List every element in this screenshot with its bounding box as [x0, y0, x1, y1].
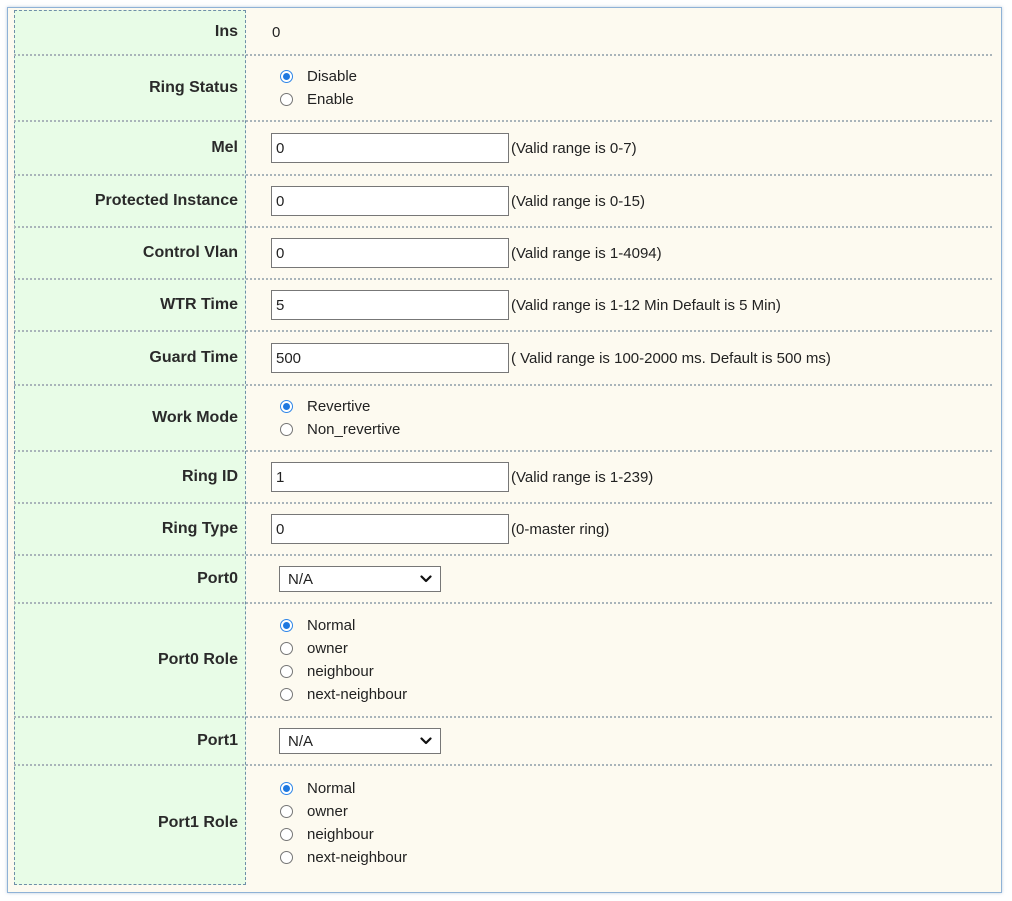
- ins-value: 0: [272, 23, 281, 41]
- radio-button[interactable]: [280, 688, 293, 701]
- label-protected-instance: Protected Instance: [94, 192, 238, 209]
- label-work-mode: Work Mode: [152, 409, 238, 426]
- port1-role-option-normal[interactable]: Normal: [280, 778, 407, 799]
- label-port0-role: Port0 Role: [157, 651, 238, 668]
- ring-status-option-label: Enable: [307, 91, 354, 108]
- work-mode-option-label: Revertive: [307, 398, 371, 415]
- chevron-down-icon: [420, 737, 432, 745]
- port0-role-option-label: Normal: [307, 617, 356, 634]
- port1-role-option-label: Normal: [307, 780, 356, 797]
- row-ring-type: Ring Type (0-master ring): [14, 504, 992, 556]
- row-wtr-time: WTR Time (Valid range is 1-12 Min Defaul…: [14, 280, 992, 332]
- work-mode-option-label: Non_revertive: [307, 421, 401, 438]
- work-mode-option-non-revertive[interactable]: Non_revertive: [280, 419, 400, 440]
- radio-button-selected[interactable]: [280, 619, 293, 632]
- port1-role-radio-group: Normal owner neighbour next-neighbour: [268, 778, 407, 868]
- port1-role-option-neighbour[interactable]: neighbour: [280, 824, 407, 845]
- port1-select[interactable]: N/A: [279, 728, 441, 754]
- port0-role-radio-group: Normal owner neighbour next-neighbour: [268, 615, 407, 705]
- port0-role-option-label: owner: [307, 640, 348, 657]
- radio-button[interactable]: [280, 423, 293, 436]
- control-vlan-hint: (Valid range is 1-4094): [511, 244, 662, 262]
- row-port0: Port0 N/A: [14, 556, 992, 604]
- port0-select[interactable]: N/A: [279, 566, 441, 592]
- work-mode-radio-group: Revertive Non_revertive: [268, 396, 400, 440]
- label-ring-id: Ring ID: [182, 468, 238, 485]
- mel-input[interactable]: [271, 133, 509, 163]
- ring-id-hint: (Valid range is 1-239): [511, 468, 654, 486]
- row-mel: Mel (Valid range is 0-7): [14, 122, 992, 176]
- radio-button[interactable]: [280, 828, 293, 841]
- row-protected-instance: Protected Instance (Valid range is 0-15): [14, 176, 992, 228]
- label-port1: Port1: [197, 732, 238, 749]
- label-ins: Ins: [214, 23, 238, 40]
- label-control-vlan: Control Vlan: [142, 244, 238, 261]
- label-mel: Mel: [211, 139, 238, 156]
- control-vlan-input[interactable]: [271, 238, 509, 268]
- port1-role-option-label: next-neighbour: [307, 849, 408, 866]
- radio-button[interactable]: [280, 851, 293, 864]
- guard-time-hint: ( Valid range is 100-2000 ms. Default is…: [511, 349, 831, 367]
- port0-role-option-label: next-neighbour: [307, 686, 408, 703]
- row-control-vlan: Control Vlan (Valid range is 1-4094): [14, 228, 992, 280]
- port0-role-option-label: neighbour: [307, 663, 374, 680]
- ring-status-option-label: Disable: [307, 68, 358, 85]
- label-port0: Port0: [197, 570, 238, 587]
- mel-hint: (Valid range is 0-7): [511, 139, 637, 157]
- label-ring-type: Ring Type: [161, 520, 238, 537]
- ring-type-hint: (0-master ring): [511, 520, 610, 538]
- ring-status-radio-group: Disable Enable: [268, 66, 357, 110]
- radio-button-selected[interactable]: [280, 70, 293, 83]
- row-work-mode: Work Mode Revertive Non_revertive: [14, 386, 992, 452]
- protected-instance-hint: (Valid range is 0-15): [511, 192, 645, 210]
- row-port1-role: Port1 Role Normal owner neighbour next-n…: [14, 766, 992, 880]
- guard-time-input[interactable]: [271, 343, 509, 373]
- row-ins: Ins 0: [14, 10, 992, 56]
- label-guard-time: Guard Time: [149, 349, 238, 366]
- port1-role-option-next-neighbour[interactable]: next-neighbour: [280, 847, 407, 868]
- port0-selected-value: N/A: [288, 570, 314, 588]
- port0-role-option-owner[interactable]: owner: [280, 638, 407, 659]
- radio-button[interactable]: [280, 93, 293, 106]
- work-mode-option-revertive[interactable]: Revertive: [280, 396, 400, 417]
- port0-role-option-next-neighbour[interactable]: next-neighbour: [280, 684, 407, 705]
- port1-selected-value: N/A: [288, 732, 314, 750]
- radio-button-selected[interactable]: [280, 400, 293, 413]
- radio-button[interactable]: [280, 642, 293, 655]
- port0-role-option-neighbour[interactable]: neighbour: [280, 661, 407, 682]
- ring-type-input[interactable]: [271, 514, 509, 544]
- protected-instance-input[interactable]: [271, 186, 509, 216]
- ring-id-input[interactable]: [271, 462, 509, 492]
- label-port1-role: Port1 Role: [157, 814, 238, 831]
- label-ring-status: Ring Status: [149, 79, 238, 96]
- radio-button-selected[interactable]: [280, 782, 293, 795]
- port1-role-option-label: neighbour: [307, 826, 374, 843]
- chevron-down-icon: [420, 575, 432, 583]
- wtr-time-hint: (Valid range is 1-12 Min Default is 5 Mi…: [511, 296, 781, 314]
- radio-button[interactable]: [280, 805, 293, 818]
- label-wtr-time: WTR Time: [160, 296, 238, 313]
- row-ring-status: Ring Status Disable Enable: [14, 56, 992, 122]
- ring-status-option-disable[interactable]: Disable: [280, 66, 357, 87]
- row-ring-id: Ring ID (Valid range is 1-239): [14, 452, 992, 504]
- row-port0-role: Port0 Role Normal owner neighbour next-n…: [14, 604, 992, 718]
- radio-button[interactable]: [280, 665, 293, 678]
- port0-role-option-normal[interactable]: Normal: [280, 615, 407, 636]
- port1-role-option-owner[interactable]: owner: [280, 801, 407, 822]
- wtr-time-input[interactable]: [271, 290, 509, 320]
- row-port1: Port1 N/A: [14, 718, 992, 766]
- port1-role-option-label: owner: [307, 803, 348, 820]
- row-guard-time: Guard Time ( Valid range is 100-2000 ms.…: [14, 332, 992, 386]
- ring-status-option-enable[interactable]: Enable: [280, 89, 357, 110]
